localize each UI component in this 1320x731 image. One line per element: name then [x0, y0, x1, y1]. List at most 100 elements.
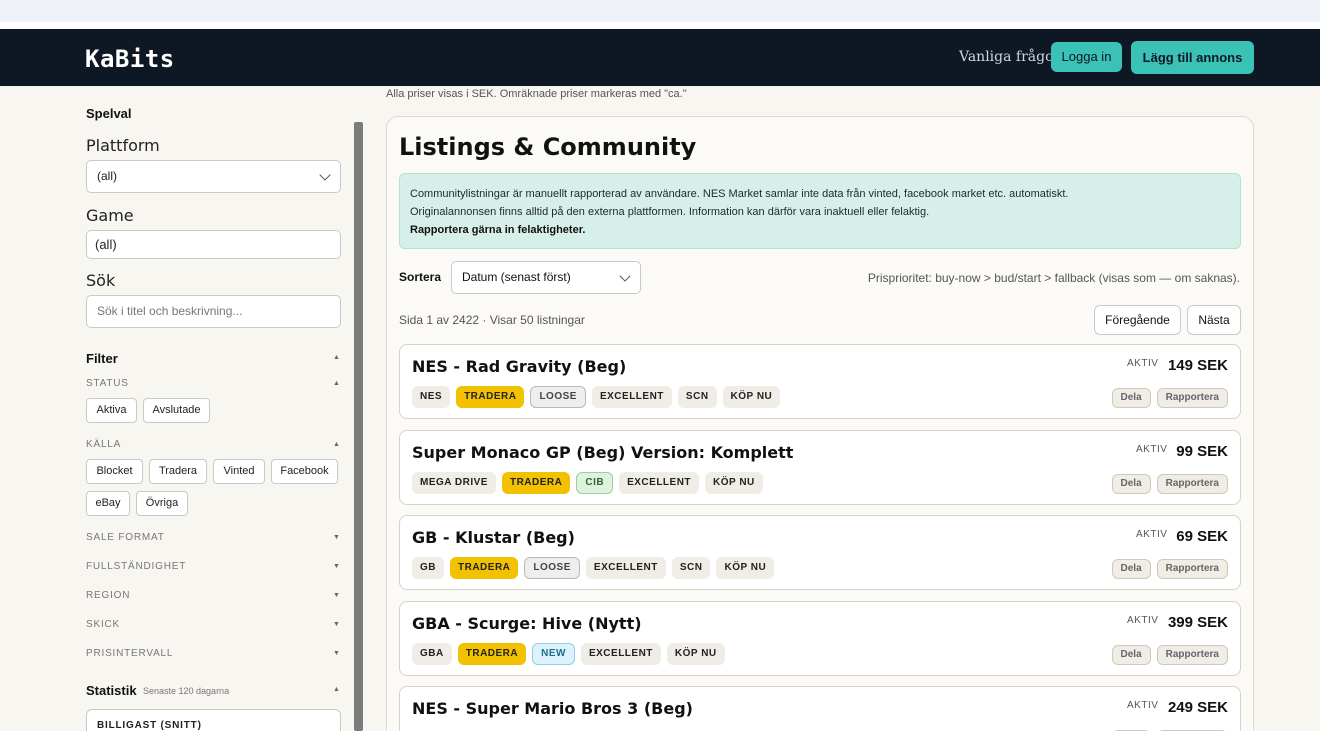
report-button[interactable]: Rapportera — [1156, 645, 1228, 665]
browser-top-strip — [0, 0, 1320, 29]
game-select-title: Spelval — [86, 106, 132, 121]
collapse-caret-icon[interactable]: ▲ — [333, 686, 340, 693]
sidebar-scrollbar[interactable] — [354, 122, 363, 731]
currency-note: Alla priser visas i SEK. Omräknade prise… — [386, 88, 687, 100]
sort-select-value: Datum (senast först) — [462, 270, 571, 284]
chevron-down-icon — [619, 270, 631, 282]
expand-caret-icon[interactable]: ▼ — [333, 563, 340, 570]
expand-caret-icon[interactable]: ▼ — [333, 534, 340, 541]
game-input[interactable]: (all) — [86, 230, 341, 259]
listing-price: 249 SEK — [1167, 699, 1228, 716]
completeness-section-head[interactable]: FULLSTÄNDIGHET — [86, 561, 186, 572]
listing-tags: NES TRADERA LOOSE EXCELLENT SCN KÖP NU — [412, 386, 781, 408]
platform-label: Plattform — [86, 136, 160, 155]
prev-page-button[interactable]: Föregående — [1094, 305, 1181, 335]
status-chip-ended[interactable]: Avslutade — [143, 398, 210, 423]
listing-tag: GBA — [412, 643, 452, 665]
listing-tag: EXCELLENT — [591, 386, 672, 408]
sale-format-section-head[interactable]: SALE FORMAT — [86, 532, 165, 543]
report-button[interactable]: Rapportera — [1156, 474, 1228, 494]
listing-tag: NEW — [532, 643, 575, 665]
listing-tag: NES — [412, 386, 451, 408]
source-chip-other[interactable]: Övriga — [136, 491, 188, 516]
site-logo[interactable]: KaBits — [85, 45, 175, 73]
condition-section-head[interactable]: SKICK — [86, 619, 120, 630]
report-button[interactable]: Rapportera — [1156, 388, 1228, 408]
next-page-button[interactable]: Nästa — [1187, 305, 1241, 335]
listing-card[interactable]: GBA - Scurge: Hive (Nytt) AKTIV 399 SEK GBA… — [399, 601, 1241, 676]
listing-tags: GBA TRADERA NEW EXCELLENT KÖP NU — [412, 643, 725, 665]
share-button[interactable]: Dela — [1111, 645, 1151, 665]
sort-select[interactable]: Datum (senast först) — [451, 261, 641, 294]
listing-card[interactable]: NES - Super Mario Bros 3 (Beg) AKTIV 249 S… — [399, 686, 1241, 731]
stats-card: BILLIGAST (SNITT) — [86, 709, 341, 731]
listing-tag: SCN — [677, 386, 717, 408]
stats-title: Statistik — [86, 683, 137, 698]
listing-tag: LOOSE — [530, 386, 586, 408]
listing-status: AKTIV — [1136, 529, 1168, 540]
expand-caret-icon[interactable]: ▼ — [333, 621, 340, 628]
source-chip-blocket[interactable]: Blocket — [86, 459, 143, 484]
listing-title[interactable]: GB - Klustar (Beg) — [412, 528, 575, 547]
sort-label: Sortera — [399, 270, 442, 284]
login-button[interactable]: Logga in — [1051, 42, 1122, 72]
search-label: Sök — [86, 271, 116, 290]
listing-title[interactable]: GBA - Scurge: Hive (Nytt) — [412, 614, 642, 633]
listing-card[interactable]: Super Monaco GP (Beg) Version: Komplett A… — [399, 430, 1241, 505]
listing-actions: DelaRapportera — [1111, 388, 1228, 408]
status-chip-active[interactable]: Aktiva — [86, 398, 137, 423]
listing-tag: TRADERA — [501, 472, 571, 494]
platform-select[interactable]: (all) — [86, 160, 341, 193]
listing-tag: KÖP NU — [722, 386, 781, 408]
listing-tag: KÖP NU — [705, 472, 763, 494]
listing-actions: DelaRapportera — [1111, 645, 1228, 665]
listing-status: AKTIV — [1136, 444, 1168, 455]
chevron-down-icon — [319, 169, 331, 181]
price-range-section-head[interactable]: PRISINTERVALL — [86, 648, 173, 659]
info-banner: Communitylistningar är manuellt rapporte… — [399, 173, 1241, 249]
expand-caret-icon[interactable]: ▼ — [333, 650, 340, 657]
listing-title[interactable]: NES - Super Mario Bros 3 (Beg) — [412, 699, 693, 718]
game-label: Game — [86, 206, 134, 225]
stats-card-label: BILLIGAST (SNITT) — [97, 720, 202, 731]
listing-title[interactable]: Super Monaco GP (Beg) Version: Komplett — [412, 443, 793, 462]
source-chip-facebook[interactable]: Facebook — [271, 459, 338, 484]
listing-tags: GB TRADERA LOOSE EXCELLENT SCN KÖP NU — [412, 557, 775, 579]
share-button[interactable]: Dela — [1111, 388, 1151, 408]
expand-caret-icon[interactable]: ▼ — [333, 592, 340, 599]
source-chip-vinted[interactable]: Vinted — [213, 459, 265, 484]
listing-tags: MEGA DRIVE TRADERA CIB EXCELLENT KÖP NU — [412, 472, 763, 494]
share-button[interactable]: Dela — [1111, 474, 1151, 494]
listing-tag: TRADERA — [450, 557, 519, 579]
listing-title[interactable]: NES - Rad Gravity (Beg) — [412, 357, 626, 376]
source-section-head[interactable]: KÄLLA — [86, 439, 121, 450]
page-info: Sida 1 av 2422 · Visar 50 listningar — [399, 313, 585, 327]
collapse-caret-icon[interactable]: ▲ — [333, 380, 340, 387]
listing-card[interactable]: NES - Rad Gravity (Beg) AKTIV 149 SEK NES TR… — [399, 344, 1241, 419]
listing-price: 99 SEK — [1176, 443, 1228, 460]
listing-tag: SCN — [671, 557, 711, 579]
source-chip-tradera[interactable]: Tradera — [149, 459, 207, 484]
platform-select-value: (all) — [97, 169, 117, 183]
listing-card[interactable]: GB - Klustar (Beg) AKTIV 69 SEK GB TRADERA LO… — [399, 515, 1241, 590]
region-section-head[interactable]: REGION — [86, 590, 130, 601]
collapse-caret-icon[interactable]: ▲ — [333, 441, 340, 448]
info-line-2: Originalannonsen finns alltid på den ext… — [410, 206, 930, 218]
listing-tag: KÖP NU — [666, 643, 725, 665]
price-priority-note: Prisprioritet: buy-now > bud/start > fal… — [867, 271, 1240, 285]
listing-tag: MEGA DRIVE — [412, 472, 496, 494]
listing-status: AKTIV — [1127, 358, 1159, 369]
faq-link[interactable]: Vanliga frågor — [959, 49, 1060, 65]
listing-actions: DelaRapportera — [1111, 474, 1228, 494]
add-listing-button[interactable]: Lägg till annons — [1131, 41, 1254, 74]
share-button[interactable]: Dela — [1111, 559, 1151, 579]
status-section-head[interactable]: STATUS — [86, 378, 129, 389]
search-input[interactable]: Sök i titel och beskrivning... — [86, 295, 341, 328]
listing-tag: KÖP NU — [716, 557, 775, 579]
report-button[interactable]: Rapportera — [1156, 559, 1228, 579]
listing-tag: EXCELLENT — [619, 472, 700, 494]
collapse-caret-icon[interactable]: ▲ — [333, 354, 340, 361]
listing-price: 149 SEK — [1167, 357, 1228, 374]
listing-status: AKTIV — [1127, 615, 1159, 626]
source-chip-ebay[interactable]: eBay — [86, 491, 130, 516]
